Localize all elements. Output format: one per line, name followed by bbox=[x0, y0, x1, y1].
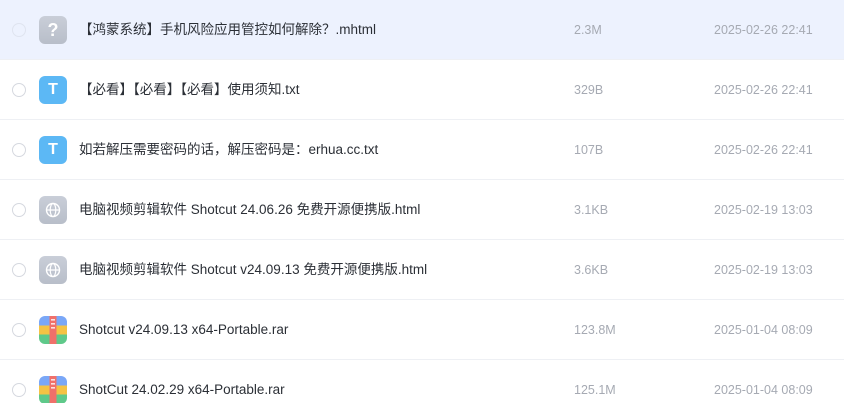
row-checkbox[interactable] bbox=[12, 383, 26, 397]
web-file-icon bbox=[39, 196, 67, 224]
file-size: 123.8M bbox=[574, 323, 616, 337]
row-checkbox[interactable] bbox=[12, 143, 26, 157]
file-name[interactable]: 电脑视频剪辑软件 Shotcut 24.06.26 免费开源便携版.html bbox=[79, 180, 420, 240]
file-date: 2025-01-04 08:09 bbox=[714, 323, 813, 337]
text-file-icon: T bbox=[39, 76, 67, 104]
file-size: 2.3M bbox=[574, 23, 602, 37]
file-size: 329B bbox=[574, 83, 604, 97]
globe-icon bbox=[45, 202, 61, 218]
file-size: 3.1KB bbox=[574, 203, 609, 217]
file-list: ? 【鸿蒙系统】手机风险应用管控如何解除？.mhtml 2.3M 2025-02… bbox=[0, 0, 844, 403]
text-file-icon: T bbox=[39, 136, 67, 164]
file-size: 107B bbox=[574, 143, 604, 157]
file-date: 2025-02-19 13:03 bbox=[714, 263, 813, 277]
row-checkbox[interactable] bbox=[12, 263, 26, 277]
file-row[interactable]: T 如若解压需要密码的话，解压密码是：erhua.cc.txt 107B 202… bbox=[0, 120, 844, 180]
row-checkbox[interactable] bbox=[12, 203, 26, 217]
archive-file-icon bbox=[39, 376, 67, 403]
row-checkbox[interactable] bbox=[12, 23, 26, 37]
file-name[interactable]: ShotCut 24.02.29 x64-Portable.rar bbox=[79, 360, 285, 403]
file-row[interactable]: T 【必看】【必看】【必看】使用须知.txt 329B 2025-02-26 2… bbox=[0, 60, 844, 120]
file-row[interactable]: ShotCut 24.02.29 x64-Portable.rar 125.1M… bbox=[0, 360, 844, 403]
file-size: 3.6KB bbox=[574, 263, 609, 277]
file-row[interactable]: 电脑视频剪辑软件 Shotcut 24.06.26 免费开源便携版.html 3… bbox=[0, 180, 844, 240]
web-file-icon bbox=[39, 256, 67, 284]
unknown-file-icon: ? bbox=[39, 16, 67, 44]
file-size: 125.1M bbox=[574, 383, 616, 397]
globe-icon bbox=[45, 262, 61, 278]
file-date: 2025-02-19 13:03 bbox=[714, 203, 813, 217]
file-name[interactable]: 【必看】【必看】【必看】使用须知.txt bbox=[79, 60, 300, 120]
file-name[interactable]: 电脑视频剪辑软件 Shotcut v24.09.13 免费开源便携版.html bbox=[79, 240, 427, 300]
row-checkbox[interactable] bbox=[12, 83, 26, 97]
archive-file-icon bbox=[39, 316, 67, 344]
file-date: 2025-02-26 22:41 bbox=[714, 83, 813, 97]
file-name[interactable]: 如若解压需要密码的话，解压密码是：erhua.cc.txt bbox=[79, 120, 378, 180]
file-name[interactable]: 【鸿蒙系统】手机风险应用管控如何解除？.mhtml bbox=[79, 0, 376, 60]
row-checkbox[interactable] bbox=[12, 323, 26, 337]
file-date: 2025-02-26 22:41 bbox=[714, 23, 813, 37]
file-date: 2025-01-04 08:09 bbox=[714, 383, 813, 397]
file-row[interactable]: Shotcut v24.09.13 x64-Portable.rar 123.8… bbox=[0, 300, 844, 360]
file-row[interactable]: ? 【鸿蒙系统】手机风险应用管控如何解除？.mhtml 2.3M 2025-02… bbox=[0, 0, 844, 60]
file-name[interactable]: Shotcut v24.09.13 x64-Portable.rar bbox=[79, 300, 288, 360]
file-date: 2025-02-26 22:41 bbox=[714, 143, 813, 157]
rar-archive-icon bbox=[39, 316, 67, 344]
rar-archive-icon bbox=[39, 376, 67, 403]
file-row[interactable]: 电脑视频剪辑软件 Shotcut v24.09.13 免费开源便携版.html … bbox=[0, 240, 844, 300]
